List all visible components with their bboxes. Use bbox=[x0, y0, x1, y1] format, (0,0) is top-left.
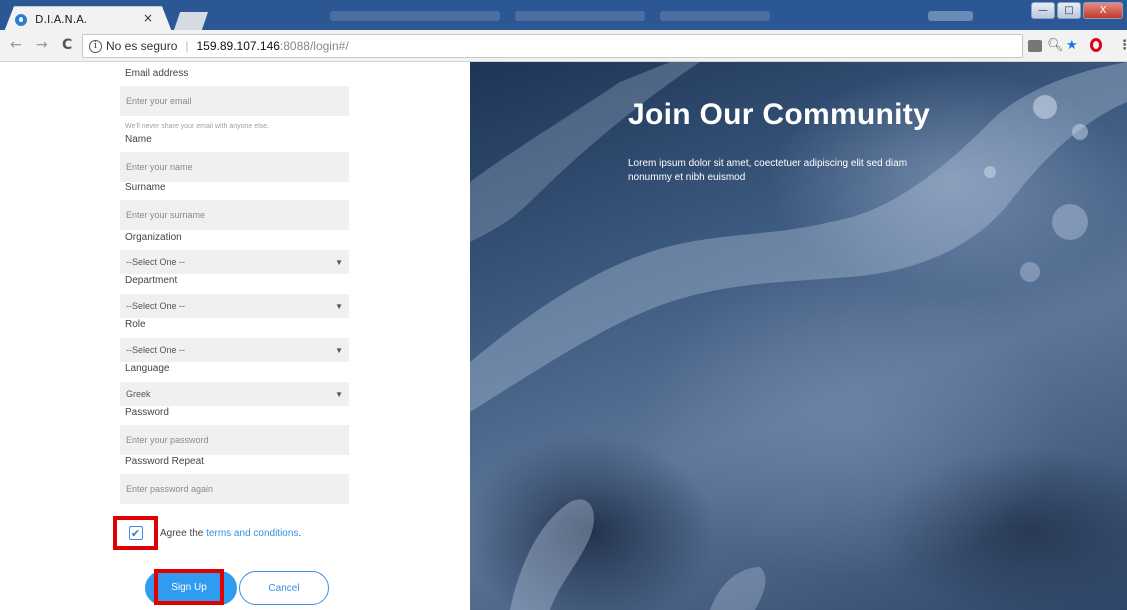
department-select[interactable]: --Select One -- ▼ bbox=[120, 294, 349, 318]
terms-checkbox[interactable]: ✔ bbox=[128, 526, 143, 540]
blurred-user-badge bbox=[928, 11, 973, 21]
dropdown-arrow-icon: ▼ bbox=[335, 389, 343, 399]
blurred-window-title bbox=[330, 11, 500, 21]
water-droplet bbox=[1033, 95, 1057, 119]
browser-toolbar: ← → C i No es seguro | 159.89.107.146 :8… bbox=[0, 30, 1127, 62]
department-label: Department bbox=[125, 275, 178, 286]
sign-up-label: Sign Up bbox=[171, 581, 207, 593]
url-path: :8088/login#/ bbox=[279, 39, 349, 53]
agree-prefix: Agree the bbox=[160, 527, 207, 539]
blurred-window-title bbox=[515, 11, 645, 21]
checkmark-icon: ✔ bbox=[130, 526, 141, 540]
organization-select-value: --Select One -- bbox=[126, 257, 186, 267]
address-separator: | bbox=[185, 39, 189, 53]
organization-label: Organization bbox=[125, 232, 182, 243]
email-help-text: We'll never share your email with anyone… bbox=[125, 123, 269, 130]
zoom-icon[interactable]: 🔍︎ bbox=[1047, 38, 1064, 53]
blurred-window-title bbox=[660, 11, 770, 21]
address-bar[interactable]: i No es seguro | 159.89.107.146 :8088/lo… bbox=[82, 34, 1023, 58]
window-close-button[interactable]: X bbox=[1083, 2, 1123, 19]
browser-titlebar: D.I.A.N.A. × — □ X bbox=[0, 0, 1127, 32]
name-field[interactable]: Enter your name bbox=[120, 152, 349, 182]
tab-close-icon[interactable]: × bbox=[143, 11, 153, 25]
water-droplet bbox=[1020, 262, 1040, 282]
diana-favicon-icon bbox=[15, 13, 27, 26]
hero-image: Join Our Community Lorem ipsum dolor sit… bbox=[470, 62, 1127, 610]
site-info-icon[interactable]: i bbox=[89, 39, 102, 53]
password-repeat-label: Password Repeat bbox=[125, 456, 204, 467]
splash-wave bbox=[510, 499, 594, 610]
role-select[interactable]: --Select One -- ▼ bbox=[120, 338, 349, 362]
department-select-value: --Select One -- bbox=[126, 301, 186, 311]
sign-up-highlight[interactable]: Sign Up bbox=[154, 569, 224, 605]
role-label: Role bbox=[125, 319, 146, 330]
surname-label: Surname bbox=[125, 182, 166, 193]
agree-text: Agree the terms and conditions. bbox=[160, 528, 301, 539]
reload-icon[interactable]: C bbox=[62, 37, 72, 53]
name-label: Name bbox=[125, 134, 152, 145]
water-droplet bbox=[1052, 204, 1088, 240]
opera-icon[interactable] bbox=[1090, 38, 1102, 52]
star-icon[interactable]: ★ bbox=[1066, 38, 1078, 53]
water-droplet bbox=[984, 166, 996, 178]
dropdown-arrow-icon: ▼ bbox=[335, 257, 343, 267]
signup-form: Email address Enter your email We'll nev… bbox=[0, 62, 470, 610]
email-label: Email address bbox=[125, 68, 189, 79]
security-label: No es seguro bbox=[106, 39, 178, 53]
password-repeat-field[interactable]: Enter password again bbox=[120, 474, 349, 504]
hero-subtitle: Lorem ipsum dolor sit amet, coectetuer a… bbox=[628, 158, 908, 183]
language-select-value: Greek bbox=[126, 389, 151, 399]
terms-agreement: ✔ Agree the terms and conditions. bbox=[113, 516, 301, 550]
role-select-value: --Select One -- bbox=[126, 345, 186, 355]
window-controls: — □ X bbox=[1031, 2, 1123, 19]
tab-title: D.I.A.N.A. bbox=[35, 13, 88, 26]
menu-icon[interactable]: ⋮ bbox=[1118, 38, 1127, 53]
hero-title: Join Our Community bbox=[628, 98, 931, 131]
back-arrow-icon[interactable]: ← bbox=[10, 37, 22, 53]
page-content: Email address Enter your email We'll nev… bbox=[0, 62, 1127, 610]
splash-wave bbox=[710, 567, 766, 610]
url-host: 159.89.107.146 bbox=[196, 39, 280, 53]
translate-icon[interactable] bbox=[1028, 40, 1042, 52]
water-splash-graphic bbox=[470, 62, 1127, 610]
surname-field[interactable]: Enter your surname bbox=[120, 200, 349, 230]
language-label: Language bbox=[125, 363, 170, 374]
dropdown-arrow-icon: ▼ bbox=[335, 345, 343, 355]
password-field[interactable]: Enter your password bbox=[120, 425, 349, 455]
email-field[interactable]: Enter your email bbox=[120, 86, 349, 116]
window-maximize-button[interactable]: □ bbox=[1057, 2, 1081, 19]
organization-select[interactable]: --Select One -- ▼ bbox=[120, 250, 349, 274]
window-minimize-button[interactable]: — bbox=[1031, 2, 1055, 19]
dropdown-arrow-icon: ▼ bbox=[335, 301, 343, 311]
terms-link[interactable]: terms and conditions bbox=[206, 528, 298, 539]
water-droplet bbox=[1072, 124, 1088, 140]
cancel-label: Cancel bbox=[268, 582, 300, 594]
password-label: Password bbox=[125, 407, 169, 418]
forward-arrow-icon[interactable]: → bbox=[36, 37, 48, 53]
checkbox-highlight: ✔ bbox=[113, 516, 158, 550]
new-tab-button[interactable] bbox=[174, 12, 208, 30]
agree-suffix: . bbox=[298, 527, 302, 539]
language-select[interactable]: Greek ▼ bbox=[120, 382, 349, 406]
cancel-button[interactable]: Cancel bbox=[239, 571, 329, 605]
splash-wave bbox=[470, 62, 700, 242]
browser-tab[interactable]: D.I.A.N.A. × bbox=[4, 6, 172, 32]
